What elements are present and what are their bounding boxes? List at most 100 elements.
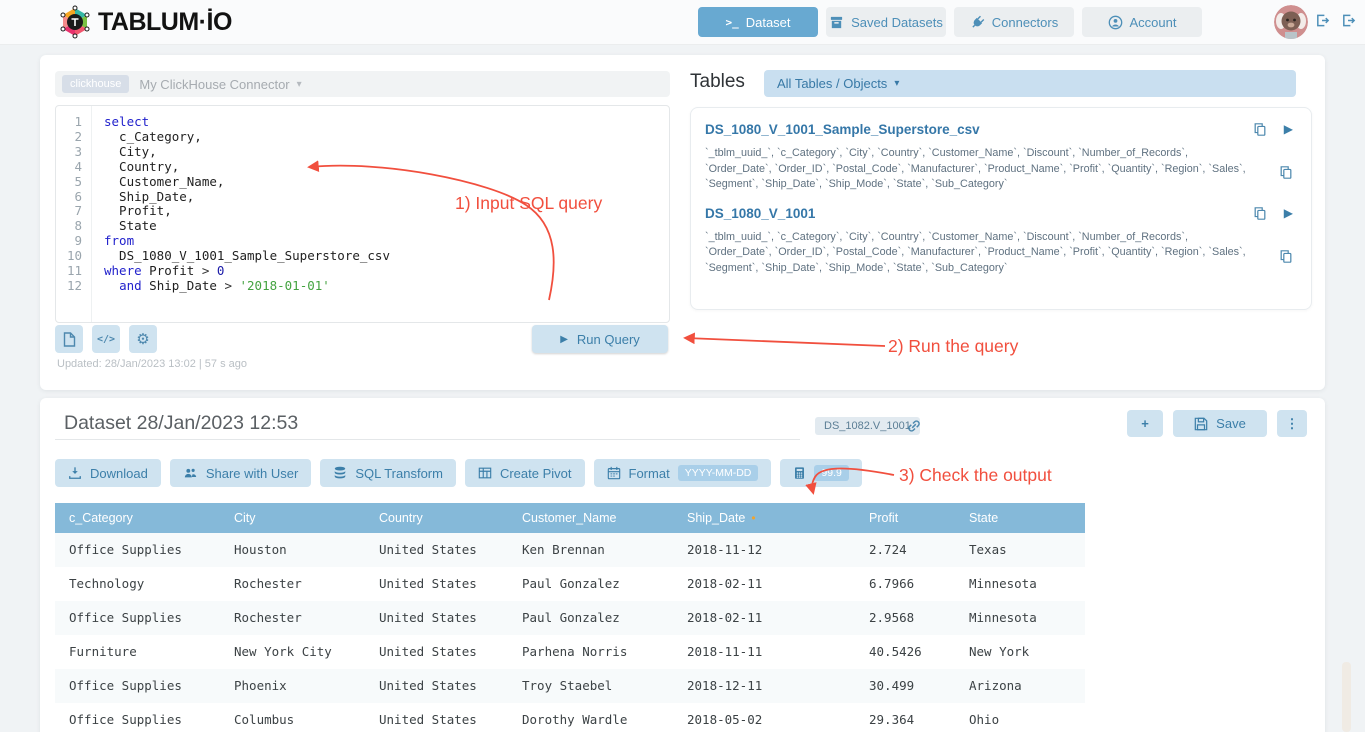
database-icon — [333, 466, 347, 480]
nav-account-label: Account — [1130, 15, 1177, 30]
new-query-button[interactable] — [55, 325, 83, 353]
page-scrollbar[interactable] — [1342, 662, 1351, 732]
format-code-button[interactable]: </> — [92, 325, 120, 353]
table-row: Office SuppliesRochesterUnited StatesPau… — [55, 601, 1085, 635]
table-row: TechnologyRochesterUnited StatesPaul Gon… — [55, 567, 1085, 601]
nav-account-button[interactable]: Account — [1082, 7, 1202, 37]
chevron-down-icon: ▾ — [894, 78, 899, 89]
nav-saved-datasets-button[interactable]: Saved Datasets — [826, 7, 946, 37]
nav-connectors-label: Connectors — [992, 15, 1058, 30]
download-button[interactable]: Download — [55, 459, 161, 487]
tables-filter-value: All Tables / Objects — [777, 76, 887, 91]
download-label: Download — [90, 466, 148, 481]
table-cell: Paul Gonzalez — [508, 567, 673, 601]
run-query-button[interactable]: ▶ Run Query — [532, 325, 668, 353]
nav-dataset-button[interactable]: >_ Dataset — [698, 7, 818, 37]
column-header-Profit[interactable]: Profit — [855, 503, 955, 533]
table-cell: Ken Brennan — [508, 533, 673, 567]
exit-icon[interactable] — [1341, 13, 1356, 28]
table-entry: DS_1080_V_1001 ▶ `_tblm_uuid_`, `c_Categ… — [705, 205, 1297, 277]
results-body: Office SuppliesHoustonUnited StatesKen B… — [55, 533, 1085, 732]
brand[interactable]: TABLUM·İO — [58, 5, 232, 39]
table-cell: 40.5426 — [855, 635, 955, 669]
create-pivot-label: Create Pivot — [500, 466, 572, 481]
column-header-State[interactable]: State — [955, 503, 1085, 533]
play-icon: ▶ — [560, 334, 568, 345]
users-icon — [183, 466, 198, 480]
table-row: Office SuppliesHoustonUnited StatesKen B… — [55, 533, 1085, 567]
plug-icon — [967, 11, 988, 32]
table-cell: Troy Staebel — [508, 669, 673, 703]
avatar[interactable] — [1274, 5, 1308, 39]
table-cell: United States — [365, 635, 508, 669]
tables-list: DS_1080_V_1001_Sample_Superstore_csv ▶ `… — [690, 107, 1312, 310]
column-header-Ship_Date[interactable]: Ship_Date• — [673, 503, 855, 533]
tables-filter-dropdown[interactable]: All Tables / Objects ▾ — [764, 70, 1296, 97]
tables-panel-title: Tables — [690, 71, 745, 93]
copy-icon[interactable] — [1253, 206, 1267, 221]
format-button[interactable]: Format YYYY-MM-DD — [594, 459, 772, 487]
dataset-id-badge: DS_1082.V_1001 — [815, 417, 920, 435]
editor-actions: </> ⚙ — [55, 325, 157, 353]
run-table-query-icon[interactable]: ▶ — [1284, 206, 1293, 221]
query-settings-button[interactable]: ⚙ — [129, 325, 157, 353]
share-with-user-button[interactable]: Share with User — [170, 459, 311, 487]
top-navbar: TABLUM·İO >_ Dataset Saved Datasets — [0, 0, 1365, 45]
column-header-Customer_Name[interactable]: Customer_Name — [508, 503, 673, 533]
copy-icon[interactable] — [1253, 122, 1267, 137]
run-table-query-icon[interactable]: ▶ — [1284, 122, 1293, 137]
sql-transform-button[interactable]: SQL Transform — [320, 459, 456, 487]
table-cell: 30.499 — [855, 669, 955, 703]
updated-status: Updated: 28/Jan/2023 13:02 | 57 s ago — [57, 358, 247, 370]
table-entry: DS_1080_V_1001_Sample_Superstore_csv ▶ `… — [705, 121, 1297, 193]
column-header-City[interactable]: City — [220, 503, 365, 533]
dataset-toolbar: Download Share with User SQL Transform — [55, 459, 862, 487]
more-options-button[interactable]: ⋮ — [1277, 410, 1307, 437]
query-workspace-card: clickhouse My ClickHouse Connector ▾ 123… — [40, 55, 1325, 390]
copy-columns-icon[interactable] — [1279, 165, 1293, 180]
table-cell: Office Supplies — [55, 669, 220, 703]
calendar-icon — [607, 466, 621, 480]
create-pivot-button[interactable]: Create Pivot — [465, 459, 585, 487]
add-button[interactable]: + — [1127, 410, 1163, 437]
sql-editor[interactable]: 123456789101112 select c_Category, City,… — [55, 105, 670, 323]
table-cell: 2018-11-11 — [673, 635, 855, 669]
person-icon — [1108, 15, 1123, 30]
table-cell: United States — [365, 703, 508, 732]
table-cell: Parhena Norris — [508, 635, 673, 669]
pivot-table-icon — [478, 466, 492, 480]
table-link[interactable]: DS_1080_V_1001 — [705, 206, 815, 221]
copy-columns-icon[interactable] — [1279, 249, 1293, 264]
table-cell: Office Supplies — [55, 703, 220, 732]
column-header-c_Category[interactable]: c_Category — [55, 503, 220, 533]
connector-selector[interactable]: clickhouse My ClickHouse Connector ▾ — [55, 71, 670, 97]
file-icon — [63, 332, 76, 347]
link-icon[interactable] — [906, 418, 922, 434]
table-cell: 2018-11-12 — [673, 533, 855, 567]
table-cell: 6.7966 — [855, 567, 955, 601]
table-link[interactable]: DS_1080_V_1001_Sample_Superstore_csv — [705, 122, 980, 137]
table-row: FurnitureNew York CityUnited StatesParhe… — [55, 635, 1085, 669]
table-cell: Columbus — [220, 703, 365, 732]
save-button[interactable]: Save — [1173, 410, 1267, 437]
sign-out-icon[interactable] — [1315, 13, 1330, 28]
table-cell: 29.364 — [855, 703, 955, 732]
column-header-Country[interactable]: Country — [365, 503, 508, 533]
table-cell: Office Supplies — [55, 533, 220, 567]
table-cell: Dorothy Wardle — [508, 703, 673, 732]
table-cell: 2.9568 — [855, 601, 955, 635]
number-precision-button[interactable]: 99.9 — [780, 459, 861, 487]
terminal-icon: >_ — [725, 16, 738, 29]
table-columns: `_tblm_uuid_`, `c_Category`, `City`, `Co… — [705, 146, 1257, 193]
table-cell: 2.724 — [855, 533, 955, 567]
chevron-down-icon: ▾ — [297, 79, 302, 90]
nav-connectors-button[interactable]: Connectors — [954, 7, 1074, 37]
precision-badge: 99.9 — [814, 465, 848, 481]
table-cell: Rochester — [220, 567, 365, 601]
dataset-actions: + Save ⋮ — [1127, 410, 1307, 437]
table-cell: 2018-12-11 — [673, 669, 855, 703]
table-cell: United States — [365, 601, 508, 635]
title-divider — [55, 439, 800, 440]
table-cell: Houston — [220, 533, 365, 567]
table-cell: Minnesota — [955, 567, 1085, 601]
